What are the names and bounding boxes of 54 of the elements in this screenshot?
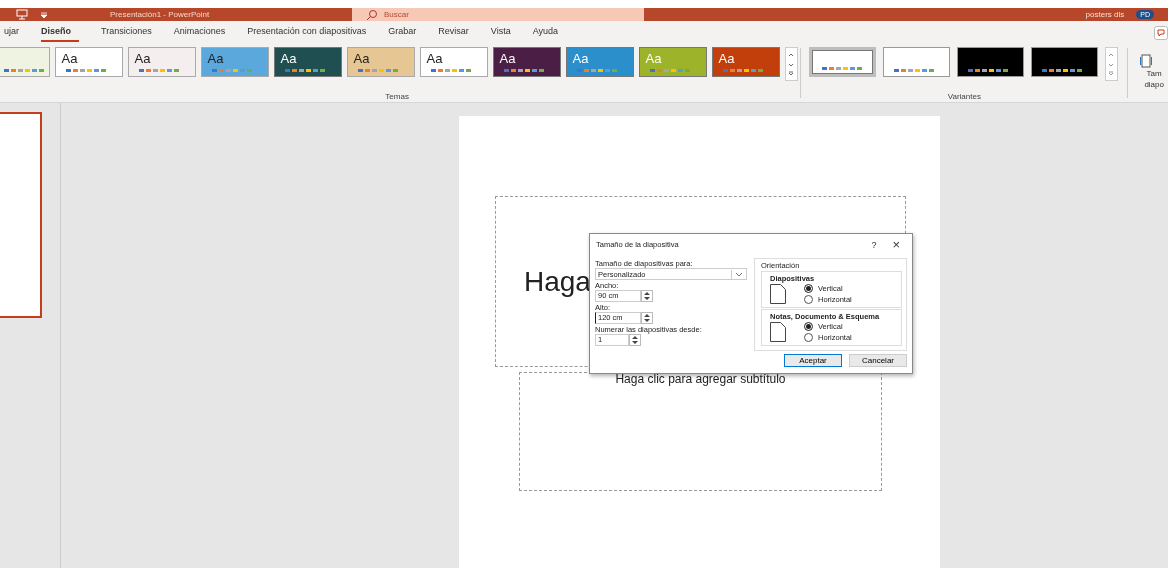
radio-button[interactable] [804,284,813,293]
theme-thumbnail[interactable]: Aa [419,47,488,77]
theme-thumbnail[interactable]: Aa [54,47,123,77]
group-label: Temas [385,92,409,101]
title-placeholder-text: Haga [524,265,591,298]
scroll-arrows-icon[interactable] [1107,51,1116,77]
scroll-arrows-icon[interactable] [787,51,795,77]
dropdown-icon[interactable] [40,11,48,18]
page-icon [770,322,786,342]
ribbon-tab[interactable]: Grabar [377,23,428,42]
ribbon-tab[interactable]: Revisar [427,23,480,42]
variant-thumbnail[interactable] [956,47,1024,77]
ribbon-tab[interactable]: Ayuda [521,23,570,42]
variant-thumbnail[interactable] [882,47,950,77]
search-field[interactable]: Buscar [352,8,644,21]
ok-button[interactable]: Aceptar [784,354,842,367]
theme-thumbnail[interactable] [0,47,50,77]
page-icon [770,284,786,304]
theme-thumbnail[interactable]: Aa [492,47,561,77]
variant-thumbnail[interactable] [808,47,876,77]
radio-button[interactable] [804,322,813,331]
slideshow-icon[interactable] [16,9,28,20]
variant-thumbnail[interactable] [1030,47,1098,77]
slide-thumbnail[interactable] [0,112,42,318]
spinner-icon[interactable] [629,334,641,346]
theme-thumbnail[interactable]: Aa [346,47,415,77]
ribbon-tab[interactable]: Transiciones [90,23,163,42]
help-button[interactable]: ? [861,239,887,250]
slide-size-button[interactable]: Tam diapo [1134,44,1168,102]
group-label: Variantes [947,92,981,101]
gallery-scrollbar[interactable] [784,47,798,81]
ribbon-tab[interactable]: ujar [0,23,30,42]
cancel-button[interactable]: Cancelar [849,354,907,367]
ribbon-tab[interactable]: Diseño [41,23,80,42]
ribbon-tab[interactable]: Vista [479,23,522,42]
close-button[interactable]: × [886,237,906,252]
radio-button[interactable] [804,333,813,342]
theme-thumbnail[interactable]: Aa [200,47,269,77]
gallery-scrollbar[interactable] [1104,47,1118,81]
window-title: Presentación1 - PowerPoint [110,10,211,19]
spinner-icon[interactable] [641,312,653,324]
comment-icon[interactable] [1154,25,1168,40]
spinner-icon[interactable] [641,290,653,302]
slide-size-icon [1140,54,1153,68]
theme-thumbnail[interactable]: Aa [127,47,196,77]
radio-button[interactable] [804,295,813,304]
theme-thumbnail[interactable]: Aa [273,47,342,77]
user-name: posters dls [1085,10,1125,19]
ribbon-tab[interactable]: Animaciones [162,23,237,42]
ribbon-tab[interactable]: Presentación con diapositivas [236,23,378,42]
subtitle-placeholder-text: Haga clic para agregar subtítulo [615,372,786,388]
theme-thumbnail[interactable]: Aa [565,47,634,77]
theme-thumbnail[interactable]: Aa [711,47,780,77]
search-icon [366,8,378,21]
